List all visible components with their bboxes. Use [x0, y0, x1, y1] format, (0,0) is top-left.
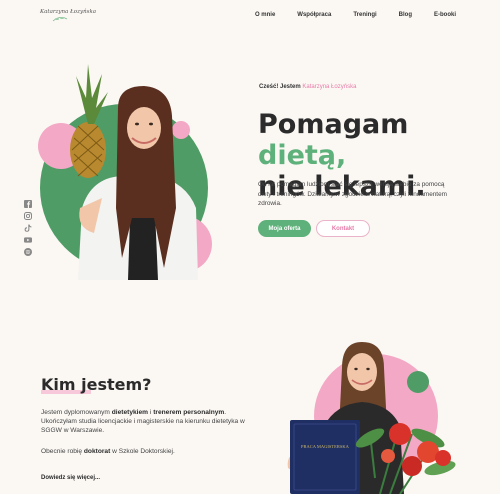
nav-item-trainings[interactable]: Treningi — [353, 12, 376, 18]
leaf-icon — [52, 17, 68, 22]
hero-greeting: Cześć! Jestem Katarzyna Łozyńska — [259, 84, 356, 90]
greeting-name: Katarzyna Łozyńska — [302, 84, 357, 90]
nav-item-ebooks[interactable]: E-booki — [434, 12, 456, 18]
logo[interactable]: Katarzyna Łozyńska — [40, 6, 96, 26]
headline-part1: Pomagam — [258, 109, 409, 140]
logo-text: Katarzyna Łozyńska — [40, 9, 97, 15]
about-p1-text-1: Jestem dyplomowanym — [41, 409, 110, 416]
about-p1-bold-2: trenerem personalnym — [153, 409, 225, 416]
about-p2-bold: doktorat — [83, 448, 111, 455]
social-links — [24, 200, 32, 256]
youtube-icon[interactable] — [24, 236, 32, 244]
diploma-text: PRACA MAGISTERSKA — [301, 444, 350, 449]
facebook-icon[interactable] — [24, 200, 32, 208]
learn-more-link[interactable]: Dowiedz się więcej... — [41, 475, 100, 481]
headline-accent: dietą, — [258, 140, 347, 171]
contact-button[interactable]: Kontakt — [316, 220, 370, 237]
hero-lead: Od lat pomagam ludziom stać się lepszą w… — [258, 181, 447, 207]
about-p1-text-2: i — [149, 409, 152, 416]
greeting-prefix: Cześć! Jestem — [259, 84, 301, 90]
spotify-icon[interactable] — [24, 248, 32, 256]
tiktok-icon[interactable] — [24, 224, 32, 232]
nav-item-cooperation[interactable]: Współpraca — [297, 12, 331, 18]
about-paragraph-1: Jestem dyplomowanym dietetykiem i trener… — [41, 408, 251, 436]
hero-photo — [38, 64, 212, 280]
main-nav: O mnie Współpraca Treningi Blog E-booki — [233, 12, 456, 18]
nav-item-blog[interactable]: Blog — [399, 12, 412, 18]
offer-button[interactable]: Moja oferta — [258, 220, 311, 237]
about-p2-text-2: w Szkole Doktorskiej. — [112, 448, 175, 455]
diploma-book — [290, 420, 360, 494]
instagram-icon[interactable] — [24, 212, 32, 220]
about-photo: PRACA MAGISTERSKA — [287, 342, 456, 494]
about-title: Kim jestem? — [41, 375, 152, 394]
about-p2-text-1: Obecnie robię — [41, 448, 83, 455]
about-paragraph-2: Obecnie robię doktorat w Szkole Doktorsk… — [41, 447, 251, 456]
nav-item-about[interactable]: O mnie — [255, 12, 275, 18]
about-p1-bold-1: dietetykiem — [111, 409, 149, 416]
